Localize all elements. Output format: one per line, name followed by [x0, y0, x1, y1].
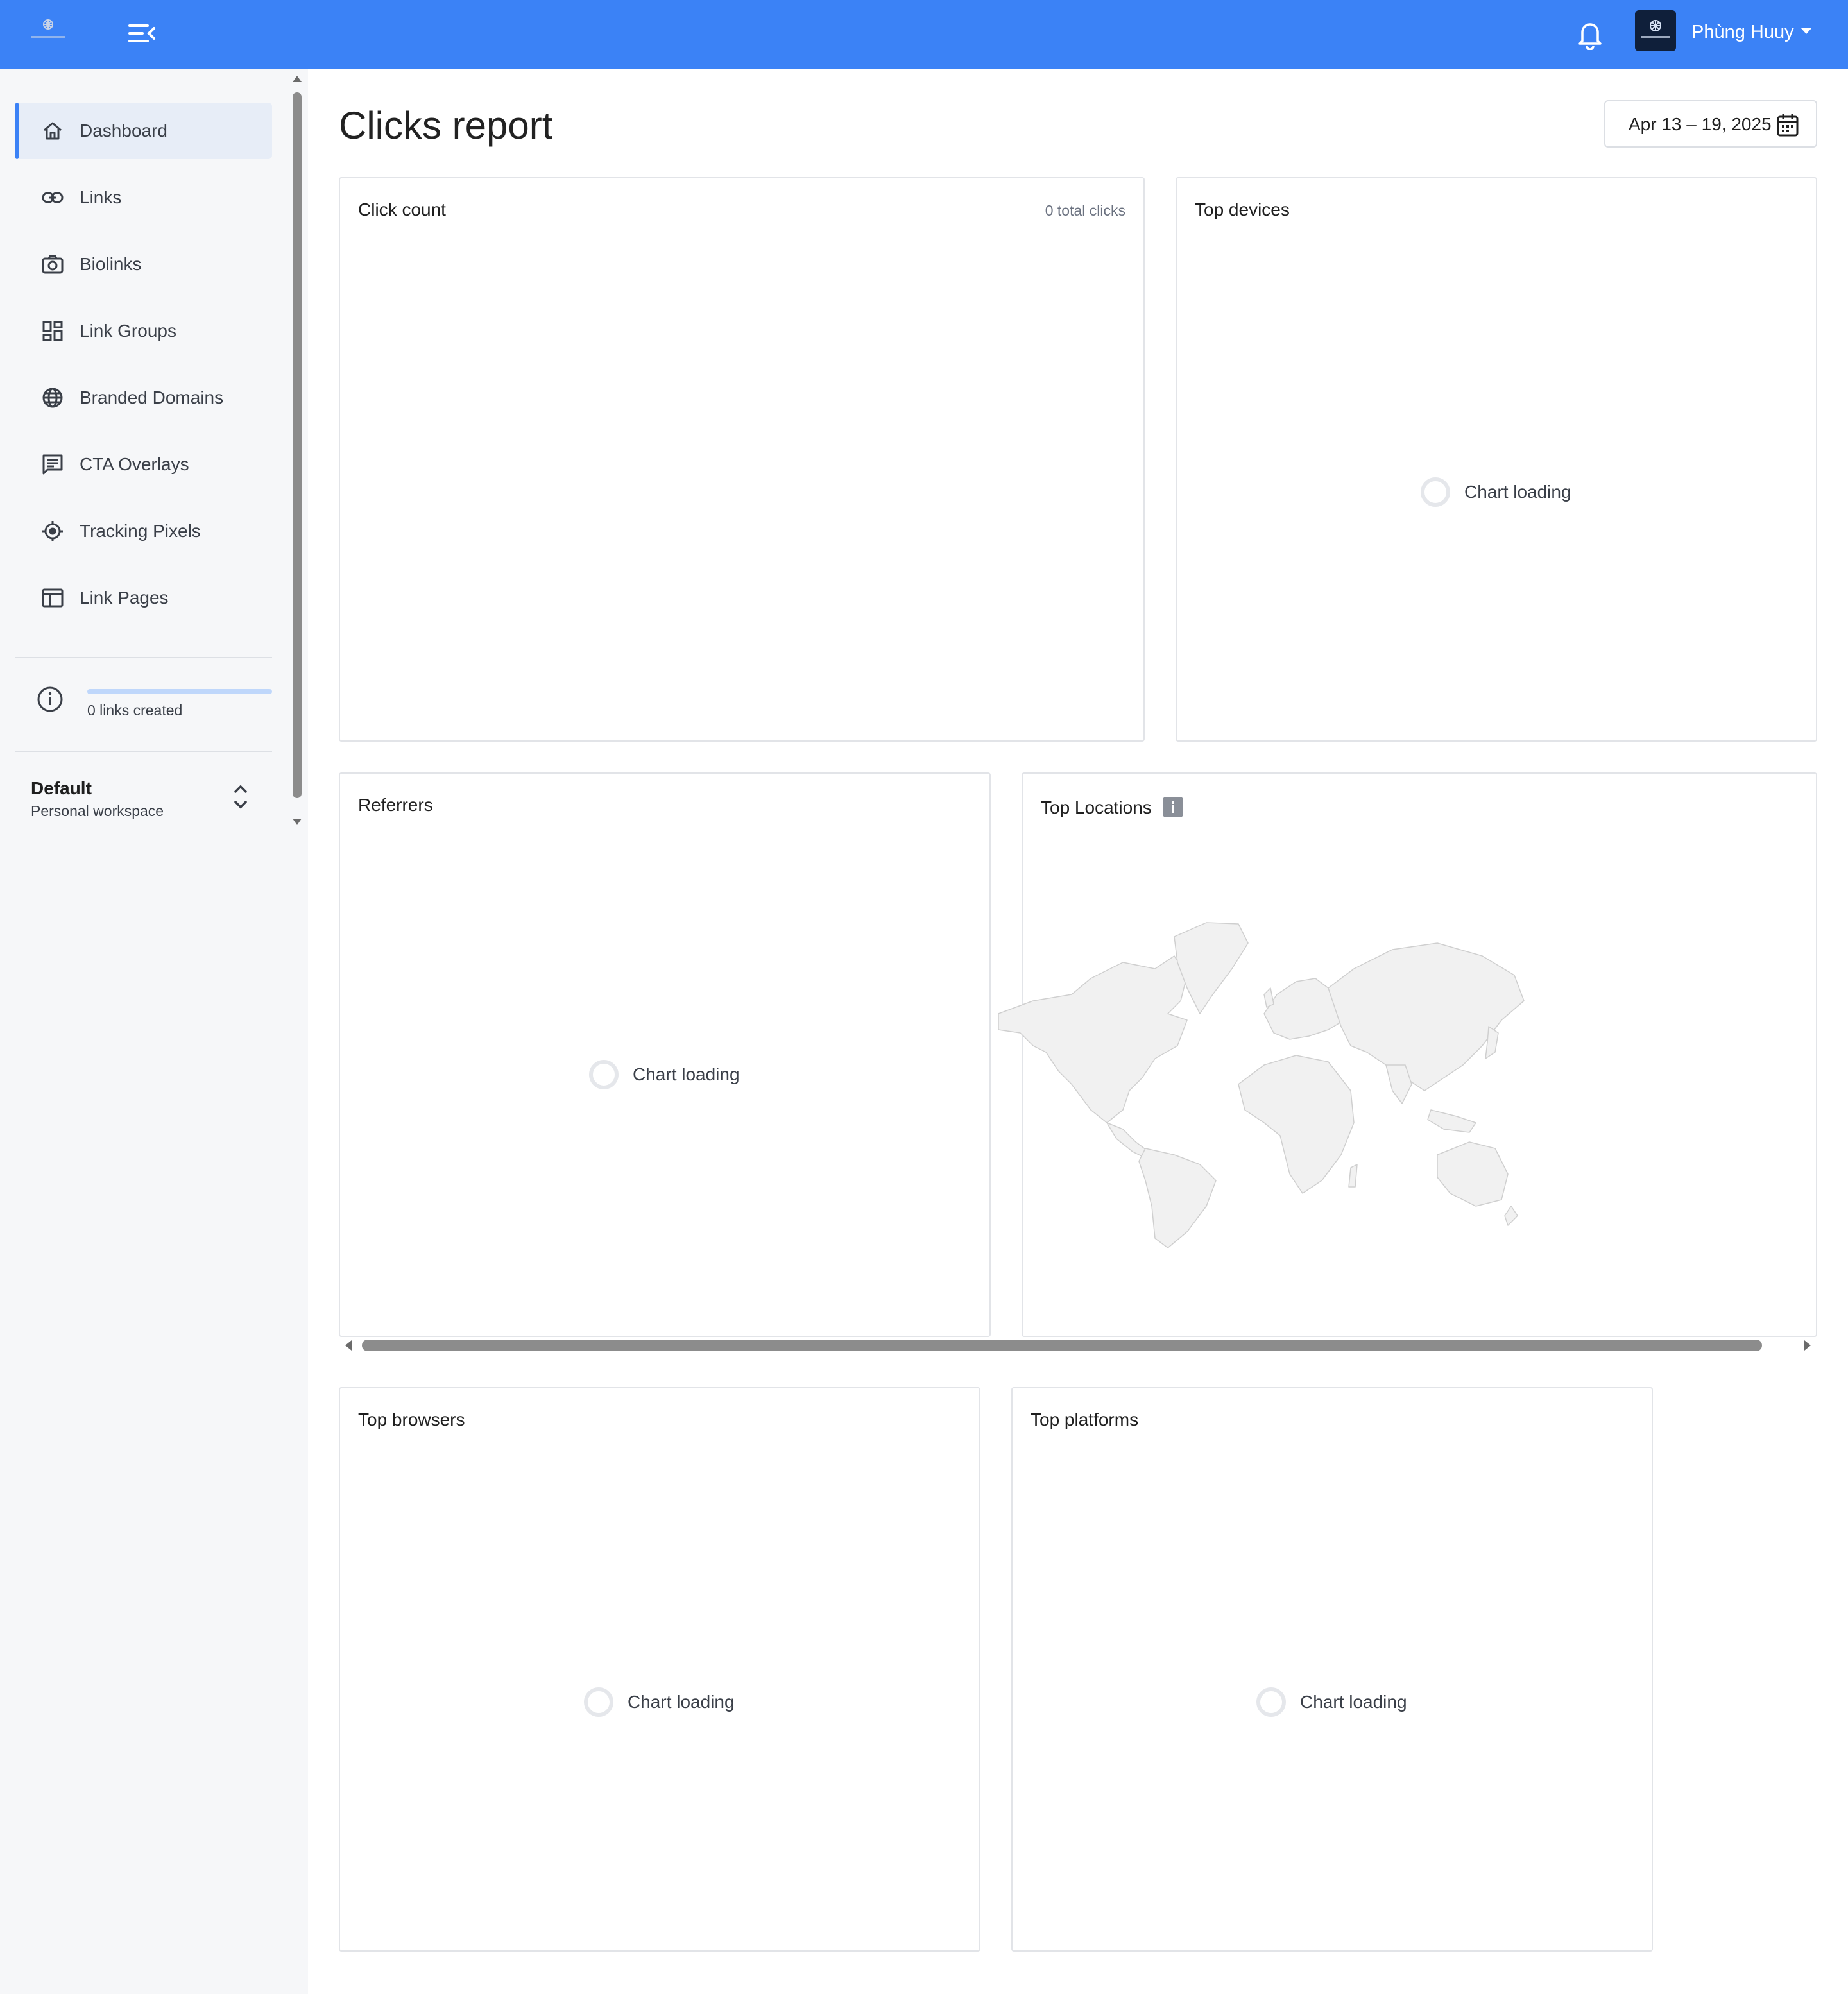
chart-loading-text: Chart loading — [1300, 1692, 1407, 1712]
spinner-icon — [1256, 1687, 1286, 1717]
chevron-up-down-icon[interactable] — [231, 781, 250, 812]
user-name[interactable]: Phùng Huuy — [1691, 19, 1794, 45]
chart-loading-indicator: Chart loading — [1256, 1686, 1410, 1718]
calendar-icon — [1777, 114, 1799, 137]
card-title: Top Locations — [1041, 797, 1152, 817]
map-region-central-america — [1106, 1122, 1149, 1159]
workspace-subtitle: Personal workspace — [31, 803, 164, 819]
sidebar-item-biolinks[interactable]: Biolinks — [15, 236, 272, 293]
card-title: Referrers — [358, 795, 433, 815]
sidebar-item-links[interactable]: Links — [15, 169, 272, 226]
card-title: Top platforms — [1031, 1410, 1139, 1429]
page-title: Clicks report — [339, 104, 553, 147]
chart-loading-text: Chart loading — [633, 1064, 740, 1084]
map-region-north-america — [998, 955, 1188, 1123]
links-created-text: 0 links created — [87, 702, 183, 719]
scroll-left-arrow-icon[interactable] — [344, 1340, 353, 1351]
sidebar-item-label: Link Groups — [80, 321, 176, 341]
map-region-madagascar — [1348, 1164, 1358, 1188]
sidebar-divider — [15, 751, 272, 752]
page-icon — [42, 588, 64, 608]
menu-collapse-icon[interactable] — [126, 19, 158, 47]
date-range-text: Apr 13 – 19, 2025 — [1629, 114, 1772, 134]
sidebar-item-cta-overlays[interactable]: CTA Overlays — [15, 436, 272, 493]
chart-loading-indicator: Chart loading — [589, 1059, 743, 1091]
links-usage-progress — [87, 689, 272, 694]
map-region-asia — [1328, 942, 1525, 1091]
world-map[interactable] — [995, 917, 1527, 1251]
chart-loading-text: Chart loading — [1464, 482, 1571, 502]
spinner-icon — [589, 1060, 619, 1089]
spinner-icon — [584, 1687, 613, 1717]
map-region-south-america — [1138, 1148, 1217, 1248]
top-bar: Phùng Huuy — [0, 0, 1848, 69]
sidebar-item-label: Link Pages — [80, 588, 169, 608]
sidebar-item-label: Dashboard — [80, 121, 167, 141]
spinner-icon — [1421, 477, 1450, 507]
chart-loading-indicator: Chart loading — [1421, 476, 1575, 508]
map-region-southeast-asia — [1427, 1109, 1476, 1133]
referrers-card: Referrers Chart loading — [339, 772, 991, 1337]
map-region-uk — [1263, 987, 1274, 1008]
scroll-up-arrow-icon[interactable] — [292, 74, 302, 83]
grid-icon — [42, 321, 63, 341]
sidebar: Dashboard Links Biolinks Link Groups Bra… — [0, 69, 308, 1994]
sidebar-item-label: CTA Overlays — [80, 454, 189, 474]
info-icon[interactable] — [1163, 797, 1183, 817]
sidebar-item-branded-domains[interactable]: Branded Domains — [15, 370, 272, 426]
info-circle-icon — [37, 686, 63, 712]
bell-icon[interactable] — [1576, 18, 1604, 50]
globe-icon — [42, 388, 63, 408]
sidebar-item-tracking-pixels[interactable]: Tracking Pixels — [15, 503, 272, 559]
workspace-name[interactable]: Default — [31, 776, 92, 801]
target-icon — [42, 521, 63, 541]
sidebar-item-label: Biolinks — [80, 254, 142, 274]
sidebar-item-label: Branded Domains — [80, 388, 224, 407]
top-browsers-card: Top browsers Chart loading — [339, 1387, 980, 1952]
scroll-down-arrow-icon[interactable] — [292, 817, 302, 826]
sidebar-item-link-pages[interactable]: Link Pages — [15, 570, 272, 626]
sidebar-item-link-groups[interactable]: Link Groups — [15, 303, 272, 359]
message-icon — [42, 454, 63, 475]
caret-down-icon[interactable] — [1799, 26, 1813, 36]
sidebar-divider — [15, 657, 272, 658]
card-title: Top browsers — [358, 1410, 465, 1429]
top-devices-card: Top devices Chart loading — [1176, 177, 1817, 742]
horizontal-scrollbar-thumb[interactable] — [362, 1340, 1762, 1351]
link-icon — [42, 192, 64, 203]
sidebar-item-label: Tracking Pixels — [80, 521, 201, 541]
card-title: Click count — [358, 200, 446, 219]
brand-logo-icon[interactable] — [28, 15, 68, 44]
card-title: Top devices — [1195, 200, 1290, 219]
click-count-card: Click count 0 total clicks — [339, 177, 1145, 742]
avatar[interactable] — [1635, 10, 1676, 51]
total-clicks-text: 0 total clicks — [1045, 202, 1125, 219]
map-region-africa — [1238, 1055, 1355, 1194]
map-region-greenland — [1174, 922, 1249, 1014]
chart-loading-text: Chart loading — [628, 1692, 735, 1712]
map-region-new-zealand — [1504, 1206, 1518, 1226]
camera-icon — [42, 255, 64, 274]
scroll-right-arrow-icon[interactable] — [1803, 1340, 1812, 1351]
map-region-australia — [1437, 1141, 1509, 1207]
top-platforms-card: Top platforms Chart loading — [1011, 1387, 1653, 1952]
sidebar-item-dashboard[interactable]: Dashboard — [15, 103, 272, 159]
chart-loading-indicator: Chart loading — [584, 1686, 738, 1718]
date-range-picker[interactable]: Apr 13 – 19, 2025 — [1604, 100, 1817, 148]
sidebar-item-label: Links — [80, 187, 122, 207]
home-icon — [44, 122, 62, 140]
sidebar-scrollbar-thumb[interactable] — [293, 92, 302, 798]
